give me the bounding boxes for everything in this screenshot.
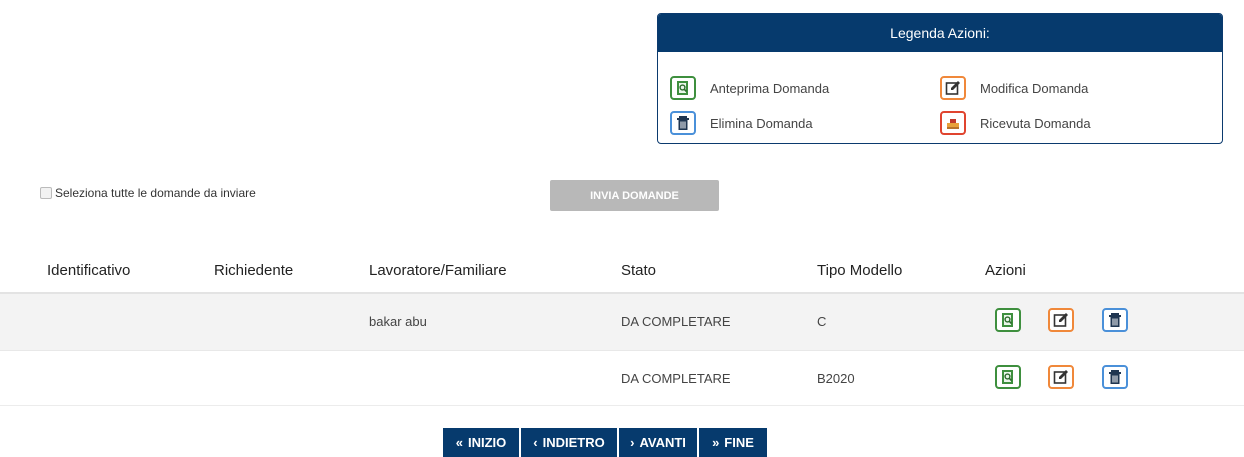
page-first-button[interactable]: « INIZIO	[443, 428, 519, 457]
trash-icon[interactable]	[1102, 308, 1128, 332]
cell-tipo-modello: C	[817, 314, 827, 329]
legend-item-preview: Anteprima Domanda	[670, 76, 829, 100]
legend-item-receipt: Ricevuta Domanda	[940, 111, 1091, 135]
pagination: « INIZIO ‹ INDIETRO › AVANTI » FINE	[443, 428, 769, 457]
cell-lavoratore: bakar abu	[369, 314, 427, 329]
column-header-richiedente: Richiedente	[214, 262, 294, 279]
edit-icon[interactable]	[1048, 365, 1074, 389]
double-chevron-left-icon: «	[455, 435, 463, 450]
legend-label: Ricevuta Domanda	[980, 115, 1091, 131]
column-header-lavoratore: Lavoratore/Familiare	[369, 262, 507, 279]
legend-item-edit: Modifica Domanda	[940, 76, 1088, 100]
preview-icon[interactable]	[995, 308, 1021, 332]
select-all-label: Seleziona tutte le domande da inviare	[55, 186, 256, 200]
legend-label: Anteprima Domanda	[710, 80, 830, 96]
table-row: bakar abu DA COMPLETARE C	[0, 294, 1244, 350]
cell-tipo-modello: B2020	[817, 371, 855, 386]
select-all-toggle[interactable]: Seleziona tutte le domande da inviare	[40, 186, 256, 200]
preview-icon	[670, 76, 696, 100]
select-all-checkbox[interactable]	[40, 187, 52, 199]
receipt-icon	[940, 111, 966, 135]
trash-icon[interactable]	[1102, 365, 1128, 389]
preview-icon[interactable]	[995, 365, 1021, 389]
legend-label: Modifica Domanda	[980, 80, 1089, 96]
send-applications-button[interactable]: INVIA DOMANDE	[550, 180, 719, 211]
legend-label: Elimina Domanda	[710, 115, 813, 131]
trash-icon	[670, 111, 696, 135]
column-header-stato: Stato	[621, 262, 657, 279]
page-prev-label: INDIETRO	[542, 435, 605, 450]
cell-stato: DA COMPLETARE	[621, 371, 731, 386]
chevron-right-icon: ›	[630, 435, 635, 450]
column-header-tipo-modello: Tipo Modello	[817, 262, 903, 279]
page-first-label: INIZIO	[467, 435, 507, 450]
page-prev-button[interactable]: ‹ INDIETRO	[521, 428, 617, 457]
page-last-button[interactable]: » FINE	[699, 428, 767, 457]
legend-title: Legenda Azioni:	[658, 14, 1222, 52]
column-header-azioni: Azioni	[985, 262, 1026, 279]
legend-item-delete: Elimina Domanda	[670, 111, 813, 135]
double-chevron-right-icon: »	[712, 435, 720, 450]
chevron-left-icon: ‹	[533, 435, 538, 450]
edit-icon	[940, 76, 966, 100]
page-next-label: AVANTI	[639, 435, 686, 450]
table-row: DA COMPLETARE B2020	[0, 350, 1244, 407]
actions-legend: Legenda Azioni: Anteprima Domanda Modifi…	[657, 13, 1223, 144]
edit-icon[interactable]	[1048, 308, 1074, 332]
table-bottom-divider	[0, 405, 1244, 406]
page-last-label: FINE	[724, 435, 754, 450]
column-header-identificativo: Identificativo	[47, 262, 131, 279]
page-next-button[interactable]: › AVANTI	[619, 428, 697, 457]
cell-stato: DA COMPLETARE	[621, 314, 731, 329]
